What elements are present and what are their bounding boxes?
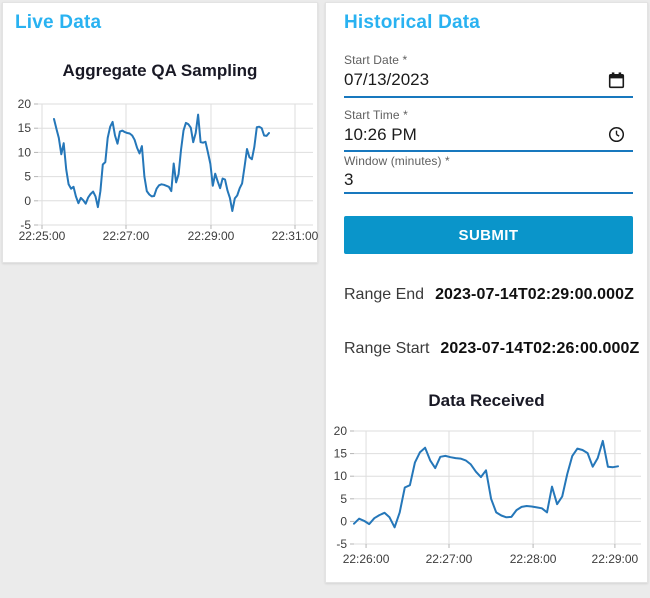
clock-icon[interactable]: [608, 126, 625, 143]
start-time-underline: [344, 150, 633, 152]
svg-text:15: 15: [18, 121, 32, 135]
submit-button[interactable]: SUBMIT: [344, 216, 633, 254]
start-date-underline: [344, 96, 633, 98]
live-data-panel: Live Data Aggregate QA Sampling 20 15 10 5 0…: [2, 2, 319, 263]
svg-text:5: 5: [340, 492, 347, 506]
svg-text:22:27:00: 22:27:00: [103, 229, 150, 243]
live-chart-title: Aggregate QA Sampling: [62, 61, 258, 80]
svg-text:0: 0: [24, 194, 31, 208]
svg-text:22:29:00: 22:29:00: [188, 229, 235, 243]
svg-text:10: 10: [18, 145, 32, 159]
historical-chart-title: Data Received: [428, 391, 545, 410]
svg-text:-5: -5: [336, 537, 347, 551]
calendar-icon[interactable]: [608, 72, 625, 89]
range-end-row: Range End 2023-07-14T02:29:00.000Z: [344, 286, 634, 304]
svg-text:22:28:00: 22:28:00: [510, 552, 557, 566]
svg-text:20: 20: [18, 97, 32, 111]
start-date-input[interactable]: 07/13/2023: [344, 69, 614, 91]
svg-text:22:27:00: 22:27:00: [426, 552, 473, 566]
window-minutes-underline: [344, 192, 633, 194]
range-end-value: 2023-07-14T02:29:00.000Z: [435, 286, 635, 303]
start-date-label: Start Date *: [344, 53, 408, 67]
svg-text:22:26:00: 22:26:00: [343, 552, 390, 566]
start-time-input[interactable]: 10:26 PM: [344, 124, 614, 146]
range-start-label: Range Start: [344, 340, 430, 357]
svg-text:5: 5: [24, 170, 31, 184]
historical-data-panel: Historical Data Start Date * 07/13/2023 …: [325, 2, 648, 583]
live-data-heading: Live Data: [15, 12, 102, 33]
historical-chart: 20 15 10 5 0 -522:26:00 22:27:00 22:28:00 22:29:…: [334, 424, 641, 566]
svg-text:20: 20: [334, 424, 348, 438]
svg-text:0: 0: [340, 514, 347, 528]
range-end-label: Range End: [344, 286, 425, 303]
svg-text:22:25:00: 22:25:00: [19, 229, 66, 243]
live-chart: 20151050-522:25:00 22:27:00 22:29:00 22:31:…: [18, 97, 319, 243]
start-time-label: Start Time *: [344, 108, 408, 122]
svg-text:15: 15: [334, 447, 348, 461]
range-start-value: 2023-07-14T02:26:00.000Z: [440, 340, 640, 357]
range-start-row: Range Start 2023-07-14T02:26:00.000Z: [344, 340, 639, 358]
svg-text:22:31:00: 22:31:00: [272, 229, 319, 243]
svg-text:10: 10: [334, 469, 348, 483]
window-minutes-label: Window (minutes) *: [344, 154, 450, 168]
window-minutes-input[interactable]: 3: [344, 169, 614, 191]
svg-text:22:29:00: 22:29:00: [592, 552, 639, 566]
historical-data-heading: Historical Data: [344, 12, 481, 33]
